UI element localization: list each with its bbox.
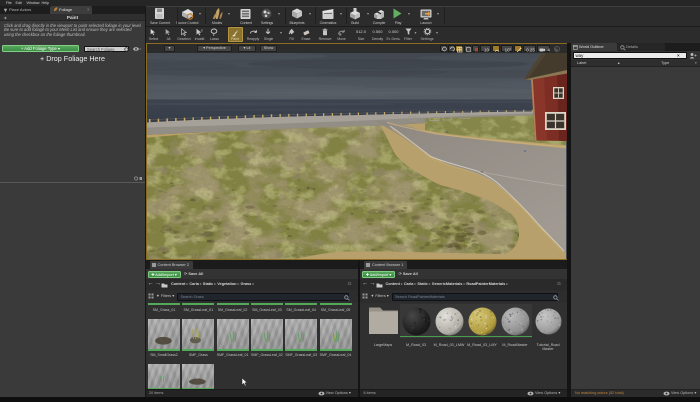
svg-text:x: x [201, 28, 203, 32]
svg-text:10: 10 [484, 47, 489, 52]
svg-text:4: 4 [548, 47, 551, 52]
svg-text:0.25: 0.25 [526, 47, 535, 52]
svg-text:10°: 10° [505, 47, 512, 52]
